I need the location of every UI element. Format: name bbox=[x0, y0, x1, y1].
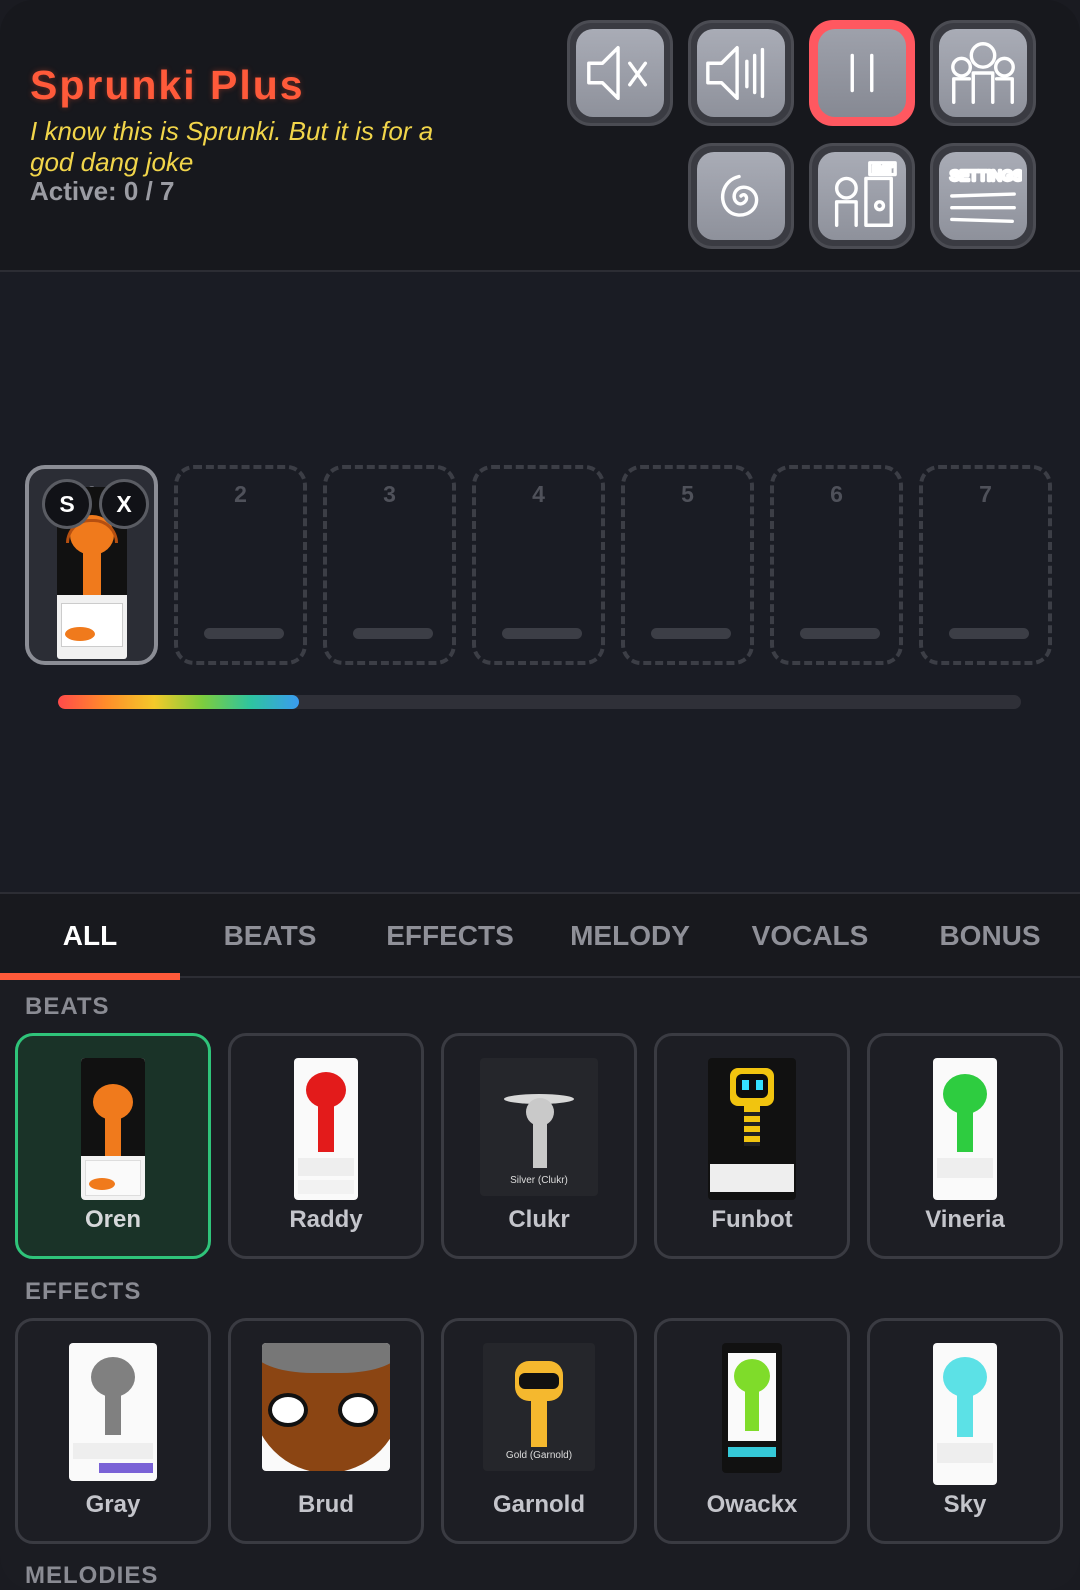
mute-button[interactable] bbox=[567, 20, 673, 126]
character-thumbnail bbox=[69, 1343, 157, 1481]
slot-number: 5 bbox=[681, 481, 694, 507]
character-thumbnail bbox=[933, 1058, 997, 1200]
section-title-beats: BEATS bbox=[25, 993, 110, 1020]
settings-lines-icon: SETTINGS bbox=[948, 167, 1022, 224]
characters-button[interactable] bbox=[930, 20, 1036, 126]
progress-bar[interactable] bbox=[58, 695, 1021, 709]
character-thumbnail bbox=[722, 1343, 782, 1473]
character-name: Vineria bbox=[925, 1206, 1005, 1233]
subtitle: I know this is Sprunki. But it is for a … bbox=[30, 116, 434, 177]
character-name: Clukr bbox=[508, 1206, 570, 1233]
slot-1[interactable]: 1 S X bbox=[25, 465, 158, 665]
character-thumbnail: Gold (Garnold) bbox=[483, 1343, 595, 1471]
exit-door-icon: EXIT bbox=[834, 161, 897, 227]
slot-5[interactable]: 5 bbox=[621, 465, 754, 665]
reset-button[interactable] bbox=[688, 143, 794, 249]
category-tabs: ALL BEATS EFFECTS MELODY VOCALS BONUS bbox=[0, 892, 1080, 980]
slot-number: 6 bbox=[830, 481, 843, 507]
pause-icon bbox=[850, 53, 874, 93]
character-card-brud[interactable]: Brud bbox=[228, 1318, 424, 1544]
slot-number: 4 bbox=[532, 481, 545, 507]
character-name: Gray bbox=[85, 1491, 141, 1518]
speaker-volume-icon bbox=[706, 45, 765, 101]
character-thumbnail bbox=[81, 1058, 145, 1200]
tab-beats[interactable]: BEATS bbox=[180, 894, 360, 978]
slot-bar bbox=[800, 628, 880, 639]
character-thumbnail bbox=[294, 1058, 358, 1200]
page-title: Sprunki Plus bbox=[30, 62, 305, 108]
remove-button[interactable]: X bbox=[99, 479, 149, 529]
tab-effects[interactable]: EFFECTS bbox=[360, 894, 540, 978]
header: Sprunki Plus I know this is Sprunki. But… bbox=[0, 0, 1080, 272]
tab-melody[interactable]: MELODY bbox=[540, 894, 720, 978]
tab-bonus[interactable]: BONUS bbox=[900, 894, 1080, 978]
slot-3[interactable]: 3 bbox=[323, 465, 456, 665]
character-card-owackx[interactable]: Owackx bbox=[654, 1318, 850, 1544]
character-name: Oren bbox=[84, 1206, 141, 1233]
character-card-sky[interactable]: Sky bbox=[867, 1318, 1063, 1544]
character-name: Garnold bbox=[492, 1491, 585, 1518]
slot-bar bbox=[949, 628, 1029, 639]
character-group-icon bbox=[951, 42, 1015, 104]
character-name: Owackx bbox=[706, 1491, 798, 1518]
character-name: Raddy bbox=[289, 1206, 363, 1233]
character-name: Funbot bbox=[711, 1206, 793, 1233]
stage: 1 S X 2 3 4 5 bbox=[0, 272, 1080, 892]
speaker-muted-icon bbox=[587, 45, 648, 101]
section-title-melodies: MELODIES bbox=[25, 1562, 159, 1589]
character-thumbnail bbox=[262, 1343, 390, 1471]
character-card-garnold[interactable]: Gold (Garnold) Garnold bbox=[441, 1318, 637, 1544]
character-thumbnail: Silver (Clukr) bbox=[480, 1058, 598, 1196]
exit-button[interactable]: EXIT bbox=[809, 143, 915, 249]
settings-button[interactable]: SETTINGS bbox=[930, 143, 1036, 249]
character-thumbnail bbox=[708, 1058, 796, 1200]
section-title-effects: EFFECTS bbox=[25, 1278, 142, 1305]
slot-4[interactable]: 4 bbox=[472, 465, 605, 665]
character-thumbnail bbox=[933, 1343, 997, 1485]
slot-7[interactable]: 7 bbox=[919, 465, 1052, 665]
character-card-funbot[interactable]: Funbot bbox=[654, 1033, 850, 1259]
svg-text:EXIT: EXIT bbox=[873, 165, 893, 175]
character-card-oren[interactable]: Oren bbox=[15, 1033, 211, 1259]
character-name: Brud bbox=[298, 1491, 354, 1518]
slot-number: 2 bbox=[234, 481, 247, 507]
character-card-gray[interactable]: Gray bbox=[15, 1318, 211, 1544]
spiral-icon bbox=[720, 174, 759, 217]
slot-number: 3 bbox=[383, 481, 396, 507]
slot-bar bbox=[651, 628, 731, 639]
active-count: Active: 0 / 7 bbox=[30, 176, 175, 206]
character-card-vineria[interactable]: Vineria bbox=[867, 1033, 1063, 1259]
character-name: Sky bbox=[943, 1491, 987, 1518]
pause-button[interactable] bbox=[809, 20, 915, 126]
character-caption: Silver (Clukr) bbox=[510, 1175, 568, 1186]
volume-button[interactable] bbox=[688, 20, 794, 126]
sprunki-app: Sprunki Plus I know this is Sprunki. But… bbox=[0, 0, 1080, 1590]
slot-number: 7 bbox=[979, 481, 992, 507]
character-caption: Gold (Garnold) bbox=[505, 1450, 573, 1461]
svg-text:SETTINGS: SETTINGS bbox=[950, 168, 1022, 184]
tab-vocals[interactable]: VOCALS bbox=[720, 894, 900, 978]
slot-6[interactable]: 6 bbox=[770, 465, 903, 665]
slot-bar bbox=[502, 628, 582, 639]
slot-bar bbox=[353, 628, 433, 639]
character-card-clukr[interactable]: Silver (Clukr) Clukr bbox=[441, 1033, 637, 1259]
solo-button[interactable]: S bbox=[42, 479, 92, 529]
slot-bar bbox=[204, 628, 284, 639]
progress-fill bbox=[58, 695, 299, 709]
tab-all[interactable]: ALL bbox=[0, 894, 180, 980]
character-card-raddy[interactable]: Raddy bbox=[228, 1033, 424, 1259]
slot-2[interactable]: 2 bbox=[174, 465, 307, 665]
